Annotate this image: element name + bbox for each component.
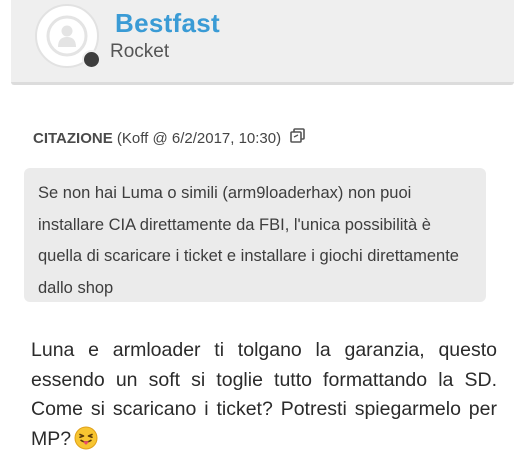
post-author-card: Bestfast Rocket [11,0,514,85]
copy-link-icon[interactable] [290,128,306,147]
quote-label: CITAZIONE [33,130,113,147]
post-text: Luna e armloader ti tolgano la garanzia,… [31,339,497,450]
post-body: Luna e armloader ti tolgano la garanzia,… [31,336,497,459]
quote-box: Se non hai Luma o simili (arm9loaderhax)… [24,168,486,302]
author-username[interactable]: Bestfast [115,8,220,39]
quote-header: CITAZIONE (Koff @ 6/2/2017, 10:30) [33,128,306,147]
quote-text: Se non hai Luma o simili (arm9loaderhax)… [38,184,459,297]
author-rank: Rocket [110,41,170,62]
quote-source: (Koff @ 6/2/2017, 10:30) [116,130,282,147]
offline-status-dot [82,50,101,69]
tongue-out-emoji-icon [74,426,98,460]
